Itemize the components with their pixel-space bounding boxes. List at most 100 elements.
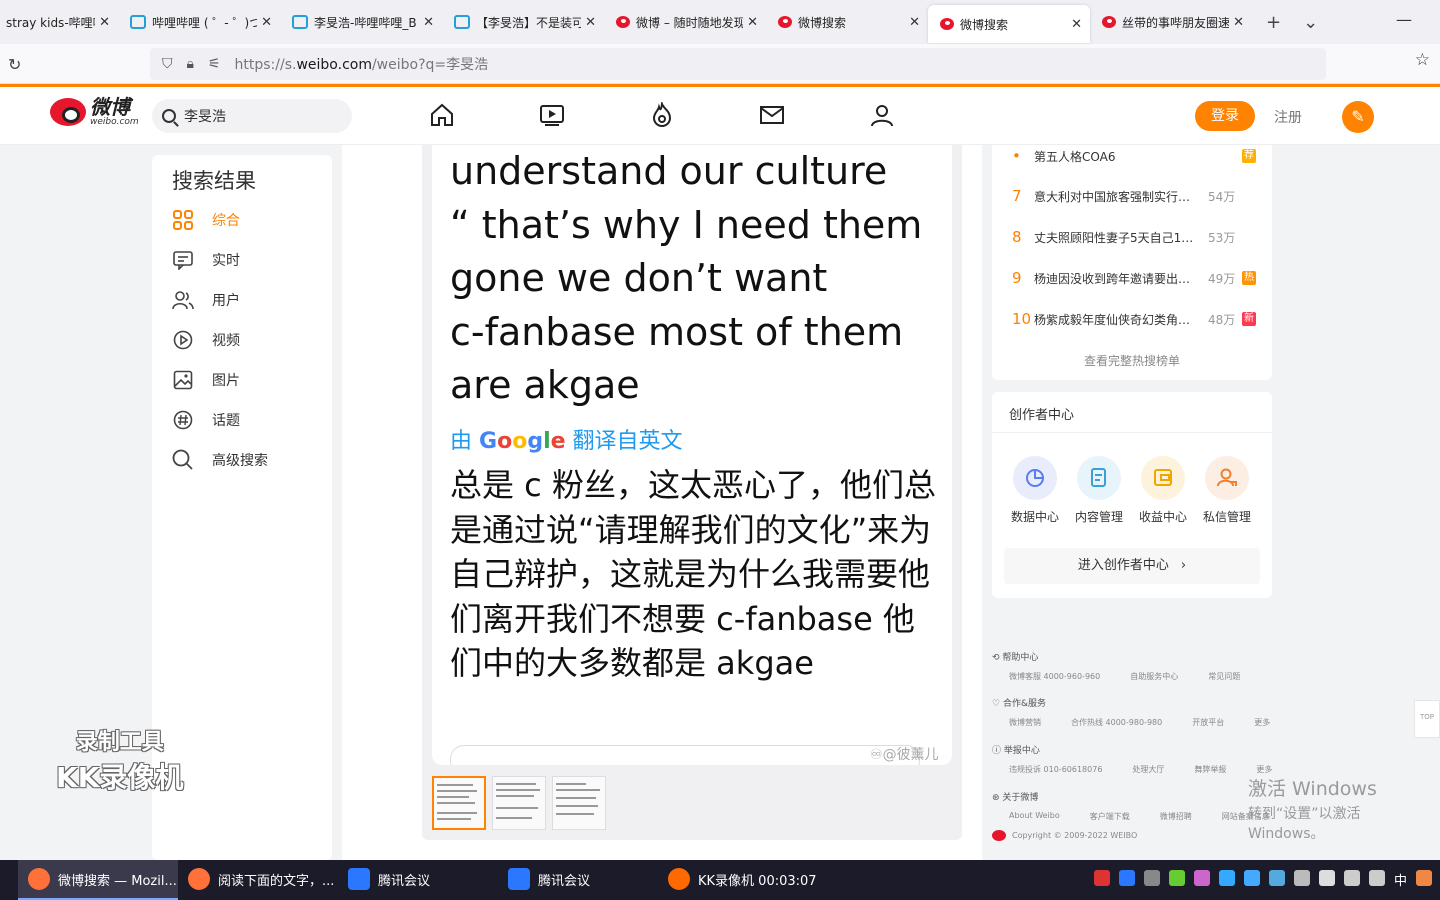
browser-tab[interactable]: 微博 – 随时随地发现 ✕ <box>604 0 766 44</box>
thumbnail[interactable] <box>492 776 546 830</box>
tray-app-icon[interactable] <box>1093 870 1110 886</box>
ime-indicator[interactable]: 中 <box>1394 870 1407 889</box>
footer-link[interactable]: 微博客服 4000-960-960 <box>1009 671 1100 682</box>
sidebar-item-all[interactable]: 综合 <box>172 209 240 231</box>
hot-fire-icon[interactable] <box>648 101 676 129</box>
translation-prefix: 由 <box>450 429 473 454</box>
hot-item[interactable]: 9 杨迪因没收到跨年邀请要出… 49万热 <box>1012 269 1256 287</box>
browser-tab-active[interactable]: 微博搜索 ✕ <box>928 5 1090 43</box>
thumbnail[interactable] <box>552 776 606 830</box>
cooperation-icon: ♡ <box>992 699 1001 709</box>
browser-tab[interactable]: 丝带的事哔朋友圈速 ✕ <box>1090 0 1252 44</box>
sidebar-item-users[interactable]: 用户 <box>172 289 240 311</box>
tab-close-icon[interactable]: ✕ <box>909 15 920 30</box>
footer-link[interactable]: 更多 <box>1254 717 1270 728</box>
browser-tab[interactable]: 李旻浩-哔哩哔哩_B ✕ <box>280 0 442 44</box>
footer-link[interactable]: 开放平台 <box>1192 717 1224 728</box>
wifi-icon[interactable] <box>1343 870 1360 886</box>
volume-icon[interactable] <box>1368 870 1385 886</box>
view-full-hot-list-link[interactable]: 查看完整热搜榜单 <box>992 352 1272 369</box>
footer-link[interactable]: 自助服务中心 <box>1130 671 1178 682</box>
minimize-icon[interactable]: — <box>1396 10 1412 29</box>
footer-link[interactable]: 客户端下载 <box>1090 811 1130 822</box>
search-icon <box>172 449 194 471</box>
tab-close-icon[interactable]: ✕ <box>1071 17 1082 32</box>
weibo-logo[interactable]: 微博 weibo.com <box>50 97 139 127</box>
enter-creator-center-button[interactable]: 进入创作者中心 › <box>1004 548 1260 584</box>
sidebar-item-advanced-search[interactable]: 高级搜索 <box>172 449 268 471</box>
hot-item[interactable]: 8 丈夫照顾阳性妻子5天自己1… 53万 <box>1012 228 1256 246</box>
sogou-input-icon[interactable] <box>1416 870 1432 886</box>
browser-tab[interactable]: 【李旻浩】不是装可 ✕ <box>442 0 604 44</box>
login-button[interactable]: 登录 <box>1195 101 1255 131</box>
footer-link[interactable]: 微博营销 <box>1009 717 1041 728</box>
creator-content-management[interactable]: 内容管理 <box>1069 456 1129 525</box>
tray-meeting-icon[interactable] <box>1118 870 1135 886</box>
footer-link[interactable]: 处理大厅 <box>1132 764 1164 775</box>
footer-link[interactable]: About Weibo <box>1009 811 1060 822</box>
taskbar-item-tencent-meeting[interactable]: 腾讯会议 <box>498 860 658 900</box>
tray-app-icon[interactable] <box>1268 870 1285 886</box>
tab-close-icon[interactable]: ✕ <box>585 15 596 30</box>
hot-rank: 7 <box>1012 187 1022 205</box>
shield-icon[interactable]: ⛉ <box>162 56 173 72</box>
sidebar-item-realtime[interactable]: 实时 <box>172 249 240 271</box>
sidebar-item-images[interactable]: 图片 <box>172 369 240 391</box>
register-link[interactable]: 注册 <box>1274 107 1302 127</box>
browser-tab[interactable]: 哔哩哔哩 ( ゜- ゜)つロ✕ <box>118 0 280 44</box>
taskbar-item-firefox-weibo[interactable]: 微博搜索 — Mozil... <box>18 860 178 900</box>
browser-tab[interactable]: stray kids-哔哩哔哩 ✕ <box>0 0 118 44</box>
back-to-top-button[interactable]: TOP <box>1414 700 1440 738</box>
tray-cloud-icon[interactable] <box>1143 870 1160 886</box>
reload-icon[interactable]: ↻ <box>8 55 21 74</box>
tray-app-icon[interactable] <box>1243 870 1260 886</box>
mail-icon[interactable] <box>758 101 786 129</box>
permissions-icon[interactable]: ⚟ <box>208 56 221 72</box>
footer-link[interactable]: 违规投诉 010-60618076 <box>1009 764 1102 775</box>
thumbnail-selected[interactable] <box>432 776 486 830</box>
weibo-icon <box>616 16 630 28</box>
sidebar-item-video[interactable]: 视频 <box>172 329 240 351</box>
usb-icon[interactable] <box>1293 870 1310 886</box>
taskbar-item-firefox[interactable]: 阅读下面的文字，... <box>178 860 338 900</box>
compose-icon[interactable]: ✎ <box>1342 101 1374 133</box>
hot-item[interactable]: 7 意大利对中国旅客强制实行… 54万 <box>1012 187 1256 205</box>
sidebar-item-topics[interactable]: 话题 <box>172 409 240 431</box>
tab-label: 微博搜索 <box>798 15 847 30</box>
bluetooth-icon[interactable] <box>1218 870 1235 886</box>
home-icon[interactable] <box>428 101 456 129</box>
footer-link[interactable]: 合作热线 4000-980-980 <box>1071 717 1162 728</box>
user-message-icon <box>1205 456 1249 500</box>
creator-data-center[interactable]: 数据中心 <box>1005 456 1065 525</box>
tab-close-icon[interactable]: ✕ <box>1233 15 1244 30</box>
bookmark-star-icon[interactable]: ☆ <box>1415 50 1430 70</box>
sidebar-title: 搜索结果 <box>172 169 256 193</box>
lock-icon[interactable]: 🔒︎ <box>187 56 194 72</box>
tab-close-icon[interactable]: ✕ <box>261 15 272 30</box>
new-tab-icon[interactable]: + <box>1266 12 1281 33</box>
profile-icon[interactable] <box>868 101 896 129</box>
browser-tab[interactable]: 微博搜索 ✕ <box>766 0 928 44</box>
taskbar-item-tencent-meeting[interactable]: 腾讯会议 <box>338 860 498 900</box>
taskbar-item-kk-recorder[interactable]: KK录像机 00:03:07 <box>658 860 818 900</box>
tab-close-icon[interactable]: ✕ <box>99 15 110 30</box>
footer-link[interactable]: 微博招聘 <box>1160 811 1192 822</box>
tray-app-icon[interactable] <box>1168 870 1185 886</box>
hot-item[interactable]: • 第五人格COA6 荐 <box>1012 147 1256 165</box>
search-input[interactable]: 李旻浩 <box>152 99 352 133</box>
url-field[interactable]: ⛉ 🔒︎ ⚟ https://s.weibo.com/weibo?q=李旻浩 <box>150 48 1326 80</box>
footer-link[interactable]: 舞弊举报 <box>1194 764 1226 775</box>
quoted-box <box>450 745 920 765</box>
video-icon[interactable] <box>538 101 566 129</box>
tab-list-chevron-icon[interactable]: ⌄ <box>1303 12 1318 33</box>
creator-revenue-center[interactable]: 收益中心 <box>1133 456 1193 525</box>
tencent-meeting-icon <box>508 868 530 890</box>
footer-link[interactable]: 常见问题 <box>1208 671 1240 682</box>
hot-item[interactable]: 10 杨紫成毅年度仙侠奇幻类角… 48万新 <box>1012 310 1256 328</box>
tab-close-icon[interactable]: ✕ <box>747 15 758 30</box>
tray-app-icon[interactable] <box>1193 870 1210 886</box>
creator-message-management[interactable]: 私信管理 <box>1197 456 1257 525</box>
tab-close-icon[interactable]: ✕ <box>423 15 434 30</box>
battery-icon[interactable] <box>1318 870 1335 886</box>
post-image[interactable]: understand our culture “ that’s why I ne… <box>432 145 952 765</box>
